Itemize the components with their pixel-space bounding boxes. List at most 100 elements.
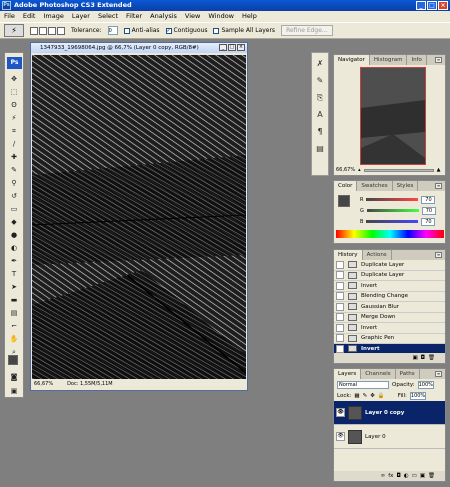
layer-mask-icon[interactable]: ◘: [396, 473, 400, 479]
layer-row[interactable]: 👁 Layer 0: [334, 425, 445, 449]
menu-select[interactable]: Select: [98, 11, 118, 22]
clone-source-icon[interactable]: ⎘: [313, 92, 327, 104]
history-brush-icon[interactable]: ↺: [5, 190, 23, 203]
history-item[interactable]: Blending Change: [334, 292, 445, 302]
tab-styles[interactable]: Styles: [393, 181, 419, 191]
history-item[interactable]: Duplicate Layer: [334, 260, 445, 271]
delete-state-icon[interactable]: 🗑: [428, 355, 435, 361]
new-document-from-state-icon[interactable]: ▣: [412, 355, 417, 361]
history-item[interactable]: Gaussian Blur: [334, 302, 445, 313]
doc-close-button[interactable]: ×: [237, 44, 245, 51]
lock-transparency-icon[interactable]: ▦: [354, 393, 359, 399]
pen-tool-icon[interactable]: ✒: [5, 255, 23, 268]
channel-b-slider[interactable]: [366, 220, 419, 223]
refine-edge-button[interactable]: Refine Edge...: [281, 25, 333, 36]
doc-minimize-button[interactable]: _: [219, 44, 227, 51]
type-tool-icon[interactable]: T: [5, 268, 23, 281]
visibility-eye-icon[interactable]: 👁: [336, 432, 345, 441]
character-icon[interactable]: A: [313, 109, 327, 121]
menu-file[interactable]: File: [4, 11, 15, 22]
brushes-icon[interactable]: ✎: [313, 75, 327, 87]
menu-image[interactable]: Image: [43, 11, 63, 22]
lasso-tool-icon[interactable]: ʘ: [5, 99, 23, 112]
marquee-tool-icon[interactable]: ⬚: [5, 86, 23, 99]
navigator-zoom[interactable]: 66,67%: [336, 167, 355, 173]
image-canvas[interactable]: [32, 55, 246, 379]
maximize-button[interactable]: □: [427, 1, 437, 10]
eyedropper-tool-icon[interactable]: ⌐: [5, 320, 23, 333]
fill-input[interactable]: 100%: [409, 391, 426, 400]
lock-all-icon[interactable]: 🔒: [378, 393, 385, 399]
shape-tool-icon[interactable]: ▬: [5, 294, 23, 307]
eraser-tool-icon[interactable]: ▭: [5, 203, 23, 216]
navigator-thumbnail[interactable]: [360, 67, 426, 165]
panel-menu-button[interactable]: ≡: [435, 57, 442, 63]
antialias-checkbox[interactable]: Anti-alias: [123, 27, 160, 34]
tool-presets-icon[interactable]: ✗: [313, 58, 327, 70]
crop-tool-icon[interactable]: ⌗: [5, 125, 23, 138]
tab-color[interactable]: Color: [334, 181, 358, 191]
tab-history[interactable]: History: [334, 250, 363, 260]
channel-b-value[interactable]: 70: [421, 217, 436, 226]
healing-tool-icon[interactable]: ✚: [5, 151, 23, 164]
sample-all-checkbox[interactable]: Sample All Layers: [213, 27, 275, 34]
new-layer-icon[interactable]: ▣: [420, 473, 425, 479]
dodge-tool-icon[interactable]: ◐: [5, 242, 23, 255]
document-zoom[interactable]: 66,67%: [34, 379, 53, 389]
menu-window[interactable]: Window: [208, 11, 234, 22]
opacity-input[interactable]: 100%: [417, 380, 434, 389]
minimize-button[interactable]: _: [416, 1, 426, 10]
history-item[interactable]: Invert: [334, 281, 445, 292]
layer-comps-icon[interactable]: ▤: [313, 143, 327, 155]
hand-tool-icon[interactable]: ✋: [5, 333, 23, 346]
paragraph-icon[interactable]: ¶: [313, 126, 327, 138]
menu-layer[interactable]: Layer: [72, 11, 90, 22]
color-foreground-swatch[interactable]: [338, 195, 350, 207]
move-tool-icon[interactable]: ✥: [5, 73, 23, 86]
intersect-selection-icon[interactable]: [57, 26, 65, 35]
history-item[interactable]: Graphic Pen: [334, 334, 445, 344]
stamp-tool-icon[interactable]: ⚲: [5, 177, 23, 190]
magic-wand-icon[interactable]: ⚡: [4, 24, 24, 37]
zoom-slider[interactable]: [363, 168, 434, 172]
tab-info[interactable]: Info: [407, 55, 427, 65]
menu-help[interactable]: Help: [242, 11, 257, 22]
magic-wand-tool-icon[interactable]: ⚡: [5, 112, 23, 125]
history-panel-menu-button[interactable]: ≡: [435, 252, 442, 258]
layer-style-icon[interactable]: fx: [388, 473, 393, 479]
layers-panel-menu-button[interactable]: ≡: [435, 371, 442, 377]
new-group-icon[interactable]: ▭: [412, 473, 417, 479]
doc-maximize-button[interactable]: □: [228, 44, 236, 51]
notes-tool-icon[interactable]: ▤: [5, 307, 23, 320]
menu-analysis[interactable]: Analysis: [150, 11, 177, 22]
contiguous-checkbox[interactable]: ✓ Contiguous: [165, 27, 207, 34]
quick-mask-icon[interactable]: ◙: [5, 371, 23, 384]
menu-edit[interactable]: Edit: [23, 11, 36, 22]
create-snapshot-icon[interactable]: ◘: [421, 355, 425, 361]
close-button[interactable]: ×: [438, 1, 448, 10]
new-selection-icon[interactable]: [30, 26, 38, 35]
tab-channels[interactable]: Channels: [361, 369, 396, 379]
link-layers-icon[interactable]: ∞: [381, 473, 386, 479]
add-selection-icon[interactable]: [39, 26, 47, 35]
delete-layer-icon[interactable]: 🗑: [428, 473, 435, 479]
tab-histogram[interactable]: Histogram: [370, 55, 408, 65]
color-panel-menu-button[interactable]: ≡: [435, 183, 442, 189]
channel-g-slider[interactable]: [366, 209, 419, 212]
adjustment-layer-icon[interactable]: ◐: [404, 473, 409, 479]
menu-view[interactable]: View: [185, 11, 200, 22]
visibility-eye-icon[interactable]: 👁: [336, 408, 345, 417]
subtract-selection-icon[interactable]: [48, 26, 56, 35]
menu-filter[interactable]: Filter: [126, 11, 142, 22]
lock-pixels-icon[interactable]: ✎: [363, 393, 368, 399]
channel-g-value[interactable]: 70: [421, 206, 436, 215]
tab-swatches[interactable]: Swatches: [357, 181, 393, 191]
screen-mode-icon[interactable]: ▣: [5, 385, 23, 398]
blend-mode-select[interactable]: Normal: [337, 380, 389, 389]
slice-tool-icon[interactable]: ∕: [5, 138, 23, 151]
channel-r-value[interactable]: 70: [421, 195, 436, 204]
path-select-icon[interactable]: ➤: [5, 281, 23, 294]
blur-tool-icon[interactable]: ●: [5, 229, 23, 242]
gradient-tool-icon[interactable]: ◆: [5, 216, 23, 229]
lock-position-icon[interactable]: ✥: [370, 393, 375, 399]
